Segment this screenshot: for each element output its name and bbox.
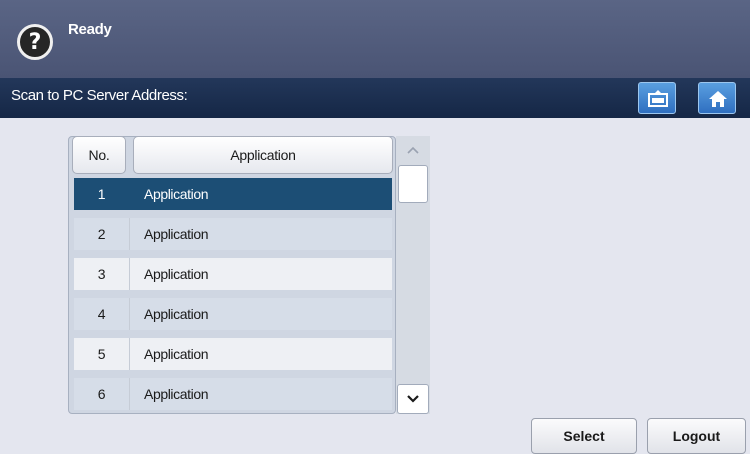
tray-upload-icon (648, 90, 668, 107)
column-header-application[interactable]: Application (133, 136, 393, 174)
row-application: Application (144, 306, 209, 322)
row-number: 4 (74, 298, 130, 330)
scroll-down-button[interactable] (397, 384, 429, 414)
table-row-1[interactable]: 1 Application (74, 178, 392, 210)
table-row-5[interactable]: 5 Application (74, 338, 392, 370)
home-button[interactable] (698, 82, 736, 114)
chevron-up-icon (407, 146, 419, 154)
row-application: Application (144, 346, 209, 362)
table-row-2[interactable]: 2 Application (74, 218, 392, 250)
help-question-icon[interactable]: ? (17, 24, 53, 60)
row-number: 5 (74, 338, 130, 370)
select-button[interactable]: Select (531, 418, 637, 454)
row-application: Application (144, 226, 209, 242)
chevron-down-icon (407, 395, 419, 403)
table-row-3[interactable]: 3 Application (74, 258, 392, 290)
status-text: Ready (68, 21, 112, 38)
row-number: 2 (74, 218, 130, 250)
scroll-up-button[interactable] (399, 137, 427, 163)
header-bar: ? Ready (0, 0, 750, 78)
row-application: Application (144, 386, 209, 402)
row-number: 1 (97, 186, 106, 202)
logout-button[interactable]: Logout (647, 418, 746, 454)
row-application: Application (144, 266, 209, 282)
row-number: 6 (74, 378, 130, 410)
table-row-6[interactable]: 6 Application (74, 378, 392, 410)
scroll-thumb[interactable] (398, 165, 428, 203)
column-header-no[interactable]: No. (72, 136, 126, 174)
help-glyph: ? (28, 29, 42, 55)
page-title: Scan to PC Server Address: (11, 87, 188, 104)
table-row-4[interactable]: 4 Application (74, 298, 392, 330)
row-application: Application (144, 186, 209, 202)
home-icon (709, 91, 727, 107)
tray-upload-button[interactable] (638, 82, 676, 114)
row-number: 3 (74, 258, 130, 290)
